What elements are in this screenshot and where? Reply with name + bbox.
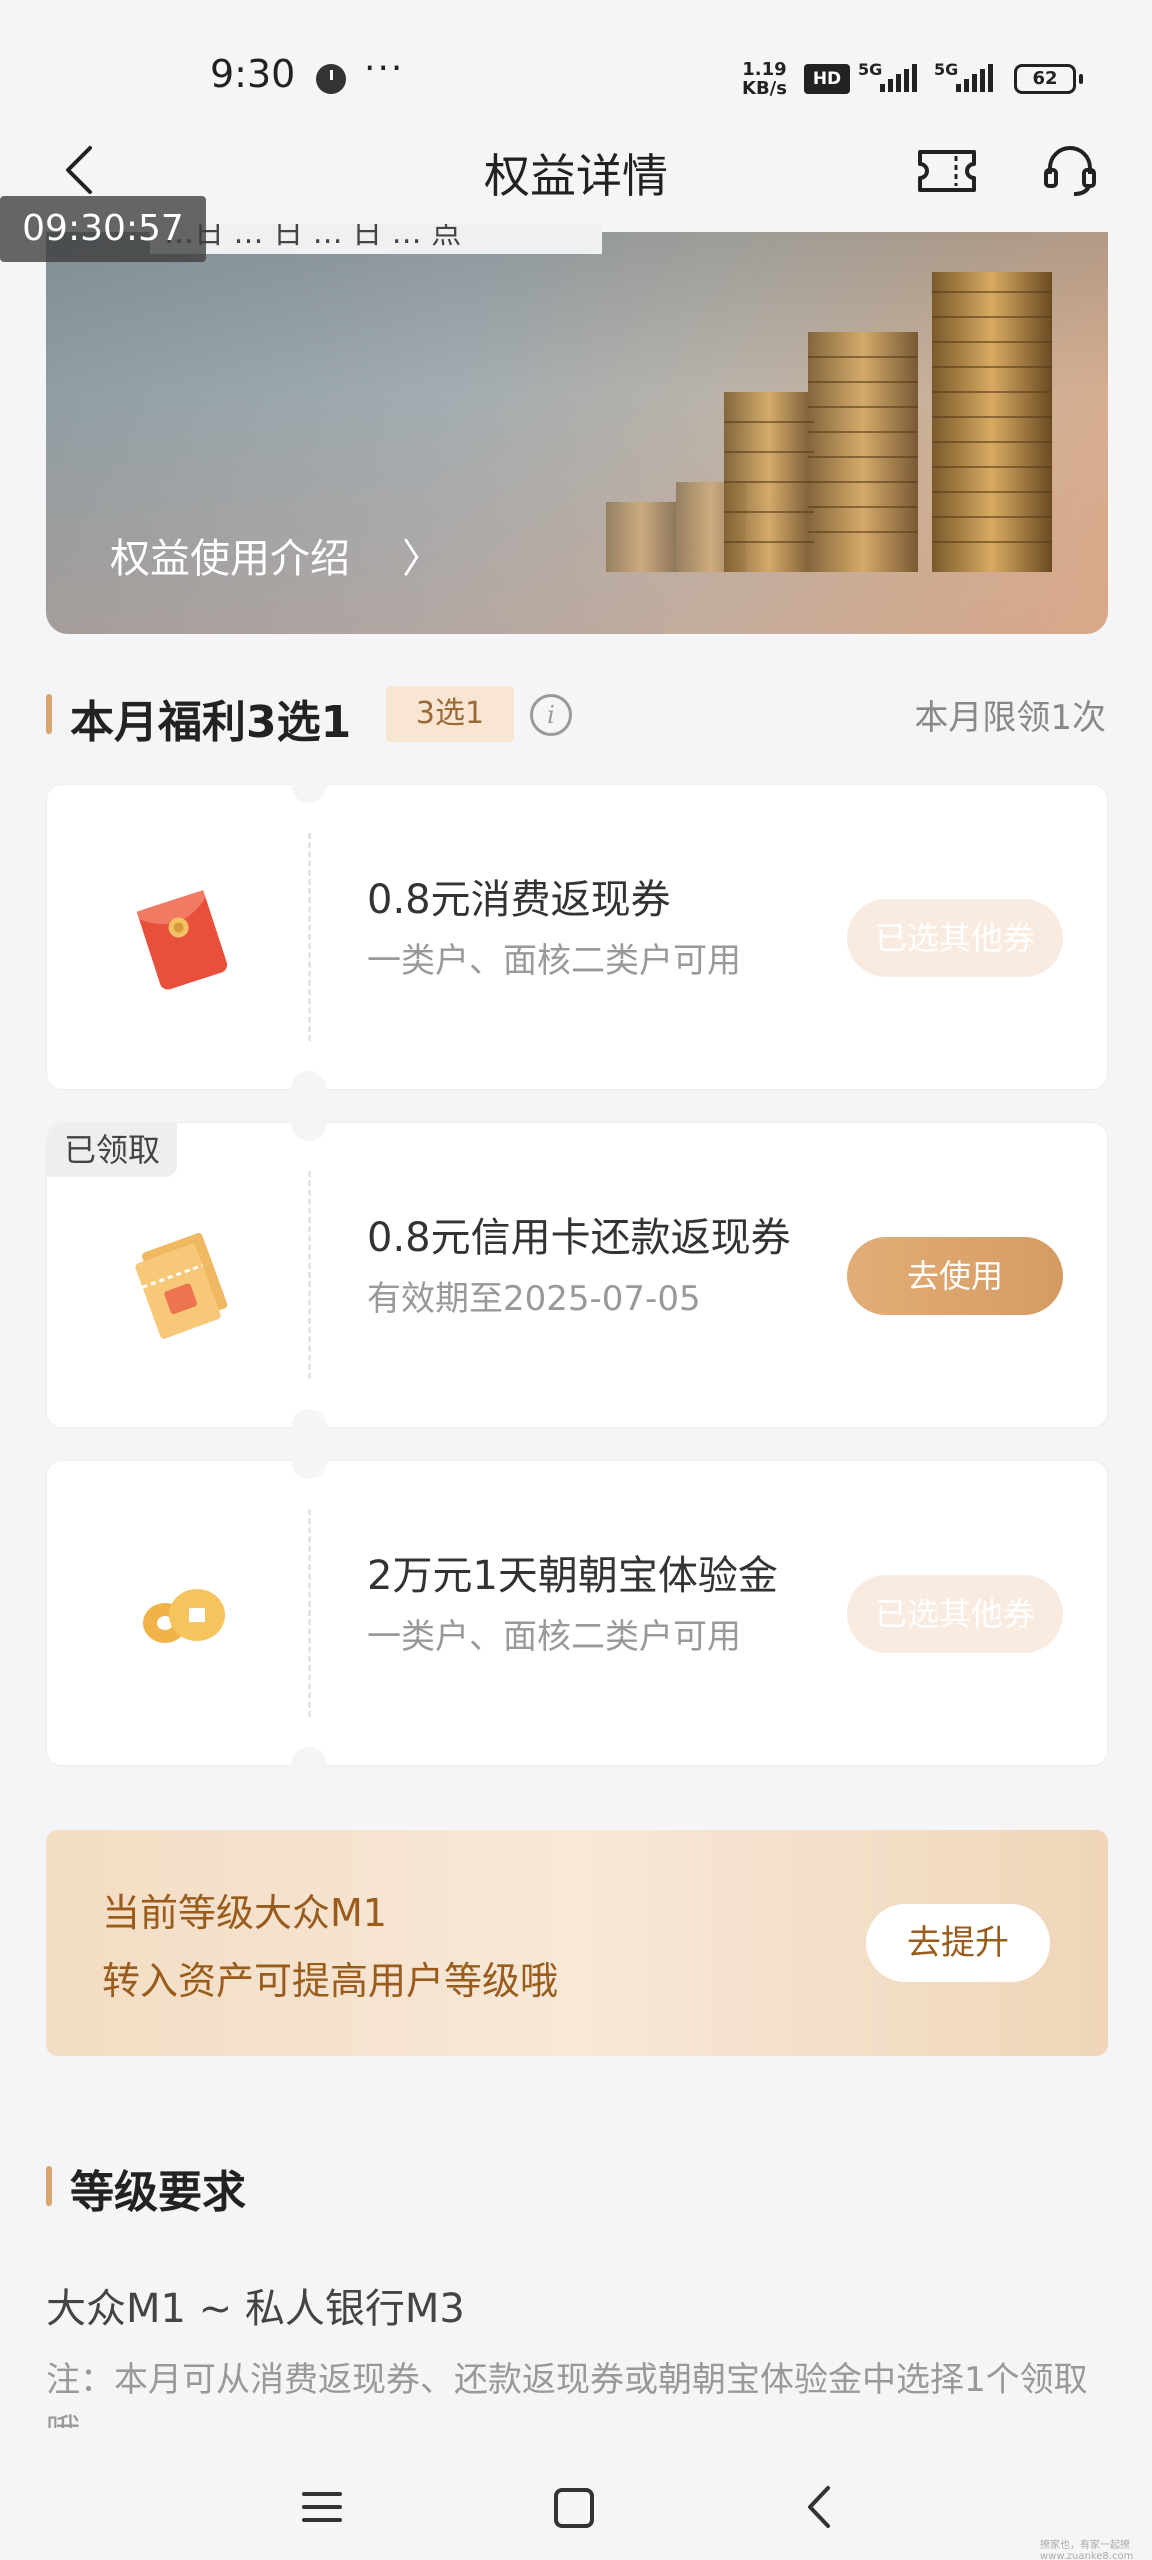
coupon-action-button: 已选其他券 xyxy=(847,1575,1063,1653)
status-time: 9:30 xyxy=(210,52,296,96)
network-speed-value: 1.19 xyxy=(742,59,787,80)
section-accent-bar xyxy=(46,694,52,734)
network-speed: 1.19 KB/s xyxy=(742,60,787,98)
requirements-section-title: 等级要求 xyxy=(70,2167,246,2218)
watermark-line: www.zuanke8.com xyxy=(1040,2551,1134,2560)
red-envelope-icon xyxy=(136,890,228,990)
signal-icon: 5G xyxy=(858,60,936,96)
watermark: 撩家也，有家一起撩 www.zuanke8.com xyxy=(1040,2540,1133,2560)
watermark-line: 撩家也，有家一起撩 xyxy=(1040,2540,1130,2551)
current-level-text: 当前等级大众M1 xyxy=(102,1891,387,1935)
monthly-limit-text: 本月限领1次 xyxy=(914,698,1106,738)
requirements-note: 注：本月可从消费返现券、还款返现券或朝朝宝体验金中选择1个领取哦 xyxy=(46,2360,1088,2428)
claimed-tag: 已领取 xyxy=(47,1123,177,1177)
welfare-section-title: 本月福利3选1 xyxy=(70,697,352,748)
gold-coins-icon xyxy=(143,1589,225,1643)
coupon-card: 2万元1天朝朝宝体验金 一类户、面核二类户可用 已选其他券 xyxy=(46,1443,1108,1783)
more-dots-icon: ··· xyxy=(364,48,405,89)
coupon-title: 0.8元消费返现券 xyxy=(367,877,671,923)
menu-icon[interactable] xyxy=(302,2490,342,2524)
coupon-ticket-icon xyxy=(135,1232,228,1339)
use-coupon-button[interactable]: 去使用 xyxy=(847,1237,1063,1315)
coupon-subtitle: 一类户、面核二类户可用 xyxy=(367,941,741,981)
hd-icon: HD xyxy=(804,64,850,94)
coupon-card: 已领取 0.8元信用卡还款返现券 有效期至2025-07-05 去使用 xyxy=(46,1105,1108,1445)
nav-back-icon[interactable] xyxy=(804,2484,834,2530)
status-bar: 9:30 ··· 1.19 KB/s HD 5G 5G 62 xyxy=(0,0,1152,150)
level-upgrade-banner: 当前等级大众M1 转入资产可提高用户等级哦 去提升 xyxy=(46,1830,1108,2056)
system-nav-bar: 撩家也，有家一起撩 www.zuanke8.com xyxy=(0,2428,1152,2560)
choice-badge: 3选1 xyxy=(386,686,514,742)
home-icon[interactable] xyxy=(554,2488,594,2528)
upgrade-button[interactable]: 去提升 xyxy=(866,1904,1050,1982)
coupon-action-button: 已选其他券 xyxy=(847,899,1063,977)
section-accent-bar xyxy=(46,2166,52,2206)
battery-icon: 62 xyxy=(1014,64,1083,94)
network-speed-unit: KB/s xyxy=(742,78,787,99)
clock-icon xyxy=(316,64,346,94)
coupon-subtitle: 一类户、面核二类户可用 xyxy=(367,1617,741,1657)
benefit-intro-link[interactable]: 权益使用介绍 xyxy=(110,526,350,584)
benefit-banner[interactable]: 权益使用介绍 〉 xyxy=(46,232,1108,634)
coin-stacks-image xyxy=(606,272,1052,572)
coupon-title: 2万元1天朝朝宝体验金 xyxy=(367,1553,778,1599)
signal-label: 5G xyxy=(858,60,883,79)
info-icon[interactable]: i xyxy=(530,694,572,736)
customer-service-icon[interactable] xyxy=(1040,140,1100,200)
banner-date-text: …日 … 日 … 日 … 点 xyxy=(150,224,602,254)
chevron-right-icon: 〉 xyxy=(402,536,442,582)
coupon-title: 0.8元信用卡还款返现券 xyxy=(367,1215,791,1261)
signal-label: 5G xyxy=(934,60,959,79)
ticket-icon[interactable] xyxy=(916,148,978,194)
level-hint-text: 转入资产可提高用户等级哦 xyxy=(102,1959,559,2003)
signal-icon: 5G xyxy=(934,60,1012,96)
timestamp-overlay: 09:30:57 xyxy=(0,196,206,262)
level-range-text: 大众M1 ~ 私人银行M3 xyxy=(46,2286,465,2332)
coupon-subtitle: 有效期至2025-07-05 xyxy=(367,1279,701,1319)
coupon-card: 0.8元消费返现券 一类户、面核二类户可用 已选其他券 xyxy=(46,767,1108,1107)
